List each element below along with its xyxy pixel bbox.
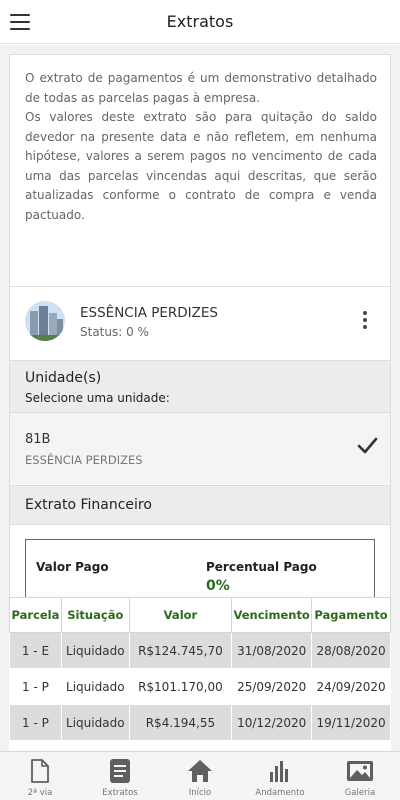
bar-chart-icon	[270, 761, 288, 782]
building-status: Status: 0 %	[80, 325, 149, 339]
building-row[interactable]: ESSÊNCIA PERDIZES Status: 0 %	[10, 286, 390, 360]
cell-pagamento: 19/11/2020	[311, 704, 391, 741]
cell-parcela: 1 - P	[9, 704, 62, 741]
cell-valor: R$124.745,70	[128, 632, 233, 669]
unit-code: 81B	[25, 432, 51, 447]
extrato-card: O extrato de pagamentos é um demonstrati…	[9, 54, 391, 624]
cell-valor: R$4.194,55	[128, 704, 233, 741]
home-icon	[188, 760, 212, 782]
table-row	[9, 740, 391, 751]
cell-parcela: 1 - E	[9, 632, 62, 669]
intro-paragraph-1: O extrato de pagamentos é um demonstrati…	[25, 71, 377, 105]
tab-label: Extratos	[102, 788, 138, 798]
installments-table: Parcela Situação Valor Vencimento Pagame…	[9, 597, 391, 751]
tab-extratos[interactable]: Extratos	[80, 752, 160, 800]
checkmark-icon	[357, 437, 378, 454]
gallery-icon	[347, 761, 373, 781]
main-content[interactable]: O extrato de pagamentos é um demonstrati…	[0, 45, 400, 751]
tab-galeria[interactable]: Galeria	[320, 752, 400, 800]
tab-inicio[interactable]: Início	[160, 752, 240, 800]
bottom-tab-bar: 2ª via Extratos Início Andamento Galeria	[0, 751, 400, 800]
intro-text: O extrato de pagamentos é um demonstrati…	[25, 69, 377, 225]
cell-situacao: Liquidado	[60, 632, 130, 669]
cell-parcela	[9, 740, 62, 751]
col-header-pagamento: Pagamento	[311, 597, 391, 633]
tab-label: Galeria	[344, 788, 376, 798]
cell-valor: R$101.170,00	[128, 668, 233, 705]
units-header: Unidade(s) Selecione uma unidade:	[10, 360, 390, 413]
cell-vencimento: 31/08/2020	[231, 632, 313, 669]
building-avatar	[25, 301, 65, 341]
cell-valor	[128, 740, 233, 751]
cell-vencimento	[231, 740, 313, 751]
col-header-parcela: Parcela	[9, 597, 62, 633]
cell-vencimento: 25/09/2020	[231, 668, 313, 705]
building-name: ESSÊNCIA PERDIZES	[80, 305, 219, 321]
cell-pagamento: 28/08/2020	[311, 632, 391, 669]
percentual-pago-value: 0%	[206, 578, 230, 594]
units-title: Unidade(s)	[25, 370, 102, 386]
cell-pagamento	[311, 740, 391, 751]
tab-label: Andamento	[255, 788, 305, 798]
units-subtitle: Selecione uma unidade:	[25, 391, 170, 405]
col-header-valor: Valor	[128, 597, 233, 633]
cell-situacao	[60, 740, 130, 751]
more-vertical-icon[interactable]	[360, 311, 370, 333]
intro-paragraph-2: Os valores deste extrato são para quitaç…	[25, 110, 377, 222]
cell-vencimento: 10/12/2020	[231, 704, 313, 741]
cell-situacao: Liquidado	[60, 668, 130, 705]
extrato-financeiro-title: Extrato Financeiro	[25, 497, 152, 513]
cell-pagamento: 24/09/2020	[311, 668, 391, 705]
page-title: Extratos	[166, 12, 234, 31]
tab-label: 2ª via	[27, 788, 53, 798]
table-header-row: Parcela Situação Valor Vencimento Pagame…	[9, 597, 391, 633]
col-header-vencimento: Vencimento	[231, 597, 313, 633]
valor-pago-label: Valor Pago	[36, 560, 109, 574]
top-app-bar: Extratos	[0, 0, 400, 44]
table-row: 1 - P Liquidado R$4.194,55 10/12/2020 19…	[9, 704, 391, 741]
extrato-financeiro-header: Extrato Financeiro	[10, 485, 390, 525]
tab-andamento[interactable]: Andamento	[240, 752, 320, 800]
unit-option-81b[interactable]: 81B ESSÊNCIA PERDIZES	[10, 413, 390, 484]
document-icon	[31, 759, 49, 783]
cell-parcela: 1 - P	[9, 668, 62, 705]
cell-situacao: Liquidado	[60, 704, 130, 741]
percentual-pago-label: Percentual Pago	[206, 560, 317, 574]
tab-label: Início	[188, 788, 212, 798]
table-row: 1 - P Liquidado R$101.170,00 25/09/2020 …	[9, 668, 391, 705]
col-header-situacao: Situação	[60, 597, 130, 633]
unit-building-name: ESSÊNCIA PERDIZES	[25, 453, 143, 467]
table-row: 1 - E Liquidado R$124.745,70 31/08/2020 …	[9, 632, 391, 669]
statement-icon	[110, 759, 130, 783]
tab-2a-via[interactable]: 2ª via	[0, 752, 80, 800]
